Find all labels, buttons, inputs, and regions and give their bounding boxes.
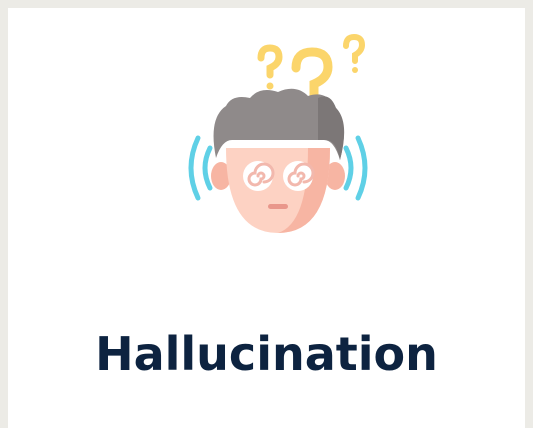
head-icon: [211, 88, 345, 233]
question-mark-small-right: [343, 33, 366, 64]
question-dot-small-left: [266, 82, 274, 90]
vibration-left-inner: [202, 145, 213, 191]
question-dot-small-right: [352, 67, 358, 73]
vibration-right-icon: [343, 135, 368, 201]
vibration-left-icon: [188, 135, 213, 201]
vibration-right-inner: [343, 145, 354, 191]
vibration-right-outer: [355, 135, 368, 201]
vibration-left-outer: [188, 135, 201, 201]
mouth: [268, 204, 288, 209]
card-caption: Hallucination: [95, 327, 438, 381]
question-mark-small-left: [257, 44, 283, 79]
dizzy-head-illustration: [188, 33, 368, 233]
card: Hallucination: [8, 8, 525, 428]
